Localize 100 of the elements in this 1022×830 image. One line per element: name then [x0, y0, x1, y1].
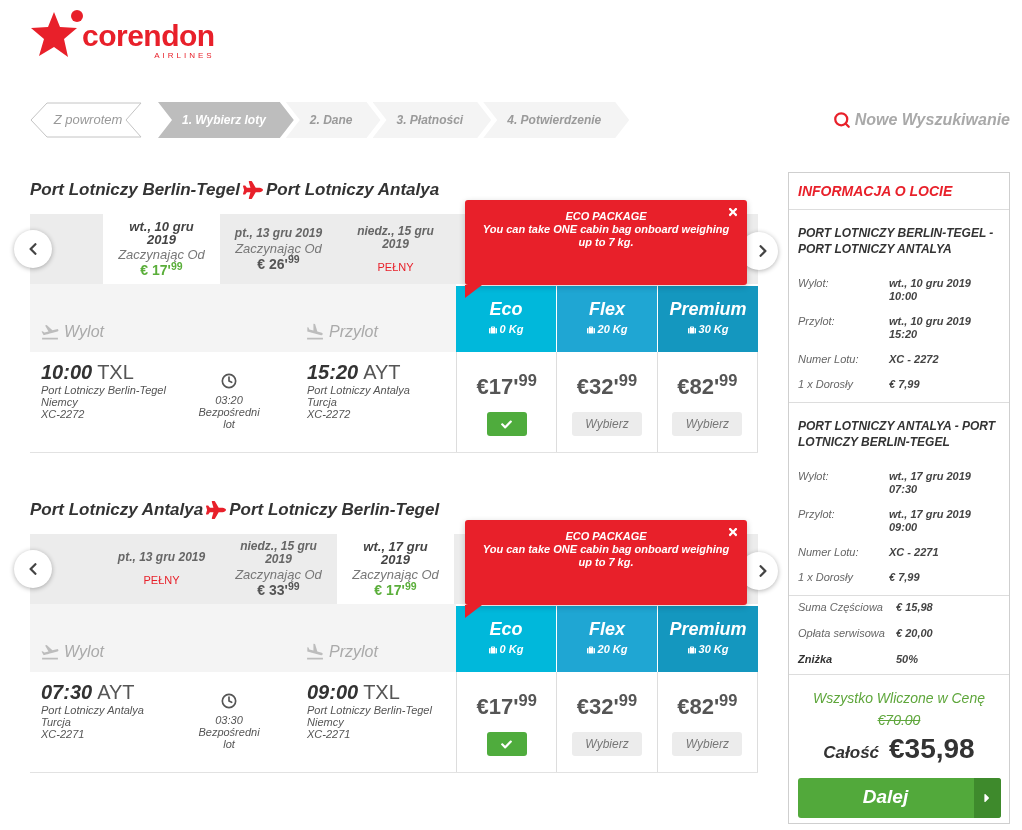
time-value: 15:20 — [889, 328, 919, 341]
date-label: pt., 13 gru 2019 — [234, 226, 323, 240]
airport-code: TXL — [97, 360, 134, 384]
baggage-allowance: 0 Kg — [499, 643, 524, 656]
route-heading: PORT LOTNICZY BERLIN-TEGEL - PORT LOTNICZY ANTALYA — [798, 225, 995, 257]
country-name: Turcja — [307, 396, 338, 408]
detail-label: 1 x Dorosły — [798, 571, 855, 584]
continue-button[interactable]: Dalej — [797, 777, 1001, 818]
detail-value: € 7,99 — [889, 571, 920, 584]
detail-value: wt., 17 gru 2019 — [889, 508, 971, 521]
select-fare-button[interactable]: Wybierz — [572, 732, 642, 756]
total-value: € 15,98 — [896, 601, 933, 614]
date-tab[interactable]: wt., 10 gru 2019 Zaczynając Od € 17'$^{99}$ — [103, 214, 220, 284]
takeoff-icon — [40, 642, 60, 662]
country-name: Niemcy — [307, 716, 345, 728]
flight-duration: 03:30 — [215, 714, 243, 726]
close-icon[interactable] — [727, 526, 739, 538]
arrival-time: 09:00 — [307, 680, 359, 704]
previous-dates-button[interactable] — [14, 230, 52, 268]
country-name: Turcja — [41, 716, 72, 728]
time-value: 09:00 — [889, 521, 919, 534]
departure-header: Wylot — [64, 322, 104, 342]
new-search-button[interactable]: Nowe Wyszukiwanie — [832, 108, 1010, 132]
airport-code: AYT — [363, 360, 401, 384]
fare-price: €17'$^{99}$ — [476, 374, 537, 400]
fare-price: €32'$^{99}$ — [576, 694, 638, 720]
flight-type: Bezpośredni lot — [197, 726, 261, 750]
baggage-allowance: 0 Kg — [499, 323, 524, 336]
fare-price: €82'$^{99}$ — [677, 694, 738, 720]
detail-label: Wylot: — [798, 277, 830, 291]
suitcase-icon — [586, 645, 595, 654]
baggage-allowance: 20 Kg — [597, 323, 628, 336]
select-fare-button[interactable]: Wybierz — [572, 412, 642, 436]
detail-value: XC - 2271 — [889, 546, 939, 559]
flight-type: Bezpośredni lot — [197, 406, 261, 430]
time-value: 07:30 — [889, 483, 919, 496]
select-fare-button[interactable]: Wybierz — [672, 412, 743, 436]
date-label: wt., 10 gru 2019 — [128, 220, 195, 246]
route-heading: PORT LOTNICZY ANTALYA - PORT LOTNICZY BERLIN-TEGEL — [798, 418, 997, 450]
total-price-label: Całość — [823, 742, 880, 764]
select-fare-button[interactable]: Wybierz — [672, 732, 743, 756]
flight-duration: 03:20 — [215, 394, 243, 406]
previous-dates-button[interactable] — [14, 550, 52, 588]
date-tab[interactable]: wt., 17 gru 2019 Zaczynając Od € 17'$^{99}$ — [337, 534, 454, 604]
popup-title: ECO PACKAGE — [564, 210, 648, 223]
suitcase-icon — [488, 325, 497, 334]
panel-title: INFORMACJA O LOCIE — [798, 181, 953, 201]
flight-number: XC-2271 — [41, 728, 86, 740]
fare-name: Premium — [669, 618, 747, 640]
progress-step: 3. Płatności — [372, 102, 492, 138]
departure-header: Wylot — [64, 642, 104, 662]
back-button[interactable]: Z powrotem — [30, 102, 142, 138]
total-label: Opłata serwisowa — [798, 627, 886, 640]
popup-text: You can take ONE cabin bag onboard weighing up to 7 kg. — [481, 223, 731, 249]
landing-icon — [305, 322, 325, 342]
old-price: €70.00 — [877, 712, 921, 728]
airport-name: Port Lotniczy Antalya — [307, 384, 411, 396]
country-name: Niemcy — [41, 396, 79, 408]
baggage-allowance: 20 Kg — [597, 643, 628, 656]
takeoff-icon — [40, 322, 60, 342]
flight-number: XC-2272 — [307, 408, 352, 420]
search-icon — [832, 111, 851, 129]
detail-label: Przylot: — [798, 508, 836, 522]
logo-wordmark: corendon — [82, 22, 215, 50]
suitcase-icon — [586, 325, 595, 334]
close-icon[interactable] — [727, 206, 739, 218]
date-price: € 17'$^{99}$ — [374, 582, 417, 598]
progress-step: 4. Potwierdzenie — [483, 102, 630, 138]
selected-fare-button[interactable] — [486, 412, 527, 436]
fare-name: Flex — [589, 618, 625, 640]
fare-price: €17'$^{99}$ — [476, 694, 537, 720]
detail-value: wt., 10 gru 2019 — [889, 315, 971, 328]
total-label: Zniżka — [798, 653, 834, 666]
destination-title: Port Lotniczy Antalya — [266, 179, 440, 202]
progress-step: 2. Dane — [285, 102, 381, 138]
date-price: € 26'$^{99}$ — [257, 255, 300, 272]
date-label: pt., 13 gru 2019 — [117, 551, 206, 564]
airport-code: TXL — [363, 680, 400, 704]
plane-icon — [206, 501, 227, 519]
fare-name: Premium — [669, 298, 747, 320]
airport-name: Port Lotniczy Berlin-Tegel — [41, 384, 167, 396]
date-price: € 33'$^{99}$ — [257, 582, 300, 598]
fare-price: €32'$^{99}$ — [576, 374, 638, 400]
fare-name: Eco — [489, 298, 523, 320]
date-label: niedz., 15 gru 2019 — [239, 540, 318, 566]
total-price: €35,98 — [889, 733, 975, 765]
popup-title: ECO PACKAGE — [564, 530, 648, 543]
fare-name: Flex — [589, 298, 625, 320]
check-icon — [501, 418, 513, 430]
selected-fare-button[interactable] — [486, 732, 527, 756]
detail-label: Przylot: — [798, 315, 836, 329]
total-value: € 20,00 — [896, 627, 933, 640]
total-value: 50% — [896, 653, 919, 666]
suitcase-icon — [687, 325, 696, 334]
detail-value: € 7,99 — [889, 378, 920, 391]
detail-label: 1 x Dorosły — [798, 378, 855, 391]
flight-number: XC-2271 — [307, 728, 352, 740]
detail-label: Wylot: — [798, 470, 830, 484]
progress-step: 1. Wybierz loty — [158, 102, 294, 138]
time-value: 10:00 — [889, 290, 919, 303]
